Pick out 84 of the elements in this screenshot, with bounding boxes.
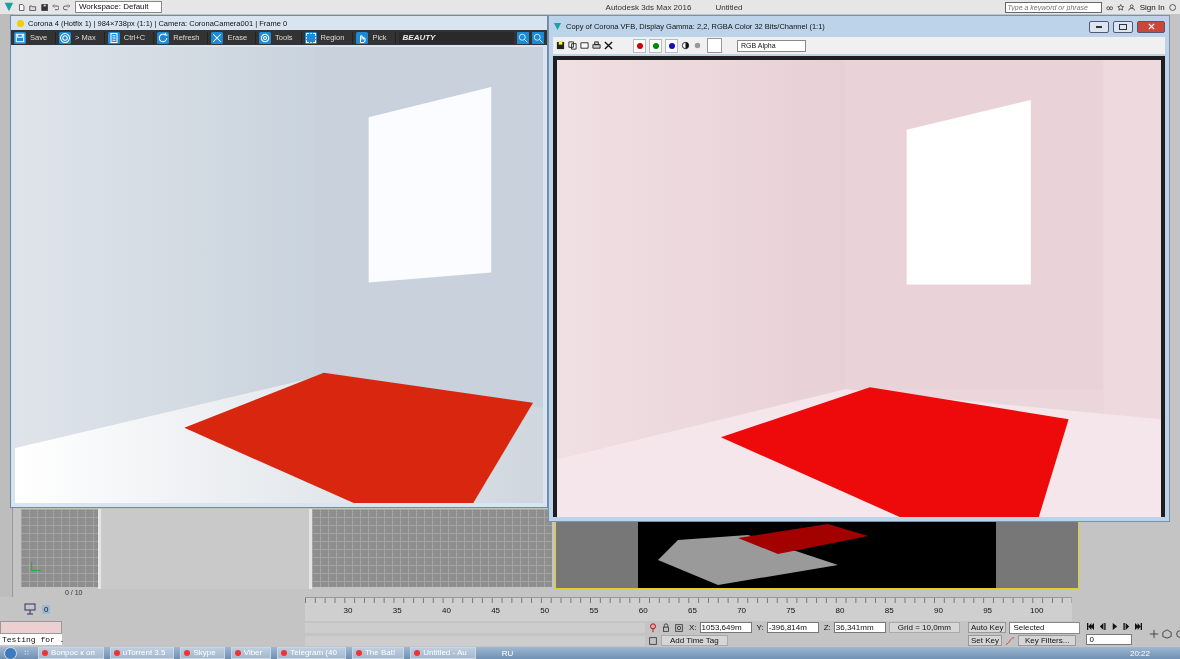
timeline-tick-label: 45 [491, 606, 501, 615]
timeline-tick-label: 70 [737, 606, 747, 615]
go-to-start-icon[interactable] [1086, 623, 1096, 630]
close-icon [1147, 23, 1155, 30]
timeline-tick-label: 95 [983, 606, 993, 615]
timeline-tick-label: 55 [589, 606, 599, 615]
mono-dot-icon[interactable] [693, 41, 702, 50]
zoom-out-icon[interactable] [532, 31, 544, 44]
coordinate-field[interactable]: -396,814m [766, 622, 819, 633]
floppy-icon [14, 31, 26, 44]
printer-icon[interactable] [592, 41, 601, 50]
zoom-in-icon[interactable] [517, 31, 529, 44]
user-icon[interactable] [1128, 2, 1136, 12]
add-time-tag-button[interactable]: Add Time Tag [661, 635, 728, 646]
new-file-icon[interactable] [17, 2, 26, 12]
maximize-button[interactable] [1113, 20, 1133, 33]
play-icon[interactable] [1110, 623, 1120, 630]
zoom-icon[interactable] [1149, 629, 1160, 639]
coordinate-field[interactable]: 1053,649m [699, 622, 752, 633]
app-logo-icon [553, 22, 562, 31]
coordinate-label: X: [689, 623, 697, 632]
timeline-tick-label: 60 [638, 606, 648, 615]
close-button[interactable] [1137, 20, 1165, 33]
previous-frame-icon[interactable] [1098, 623, 1108, 630]
channel-toggle[interactable] [649, 38, 662, 53]
timeline-tick-label: 90 [933, 606, 943, 615]
set-key-button[interactable]: Set Key [967, 635, 1002, 647]
timeline-tick-label: 100 [1030, 606, 1044, 615]
refresh-icon [157, 31, 170, 44]
coordinate-field[interactable]: 36,341mm [833, 622, 886, 633]
help-icon[interactable] [1168, 2, 1177, 12]
spinner-field[interactable]: 0 [42, 604, 51, 614]
star-icon[interactable] [1116, 2, 1125, 12]
key-mode-dropdown[interactable]: Selected [1009, 621, 1081, 634]
cross-icon [211, 31, 224, 44]
swirl-icon [59, 31, 72, 44]
document-title: Untitled [715, 2, 743, 12]
axis-gizmo-icon [29, 559, 43, 573]
lock-icon[interactable] [661, 622, 671, 633]
app-title: Autodesk 3ds Max 2016 [605, 2, 692, 12]
curve-editor-icon[interactable] [24, 603, 36, 615]
listener-output: Testing for . [0, 634, 62, 645]
cube-icon[interactable] [1162, 629, 1173, 639]
clear-icon[interactable] [604, 41, 613, 50]
sign-in-link[interactable]: Sign In [1139, 2, 1165, 12]
dashed-square-icon [304, 31, 317, 44]
timeline-tick-label: 50 [540, 606, 550, 615]
save-icon[interactable] [40, 2, 49, 12]
channel-toggle[interactable] [633, 38, 646, 53]
open-folder-icon[interactable] [29, 2, 37, 12]
hand-icon [356, 31, 369, 44]
listener-input[interactable] [0, 621, 62, 634]
grid-size-text: Grid = 10,0mm [888, 622, 960, 633]
timeline-tick-label: 85 [884, 606, 894, 615]
timeline-tick-label: 80 [835, 606, 845, 615]
minimize-button[interactable] [1089, 20, 1109, 33]
pin-icon[interactable] [648, 622, 658, 633]
redo-icon[interactable] [63, 2, 71, 12]
next-frame-icon[interactable] [1122, 623, 1132, 630]
go-to-end-icon[interactable] [1134, 623, 1144, 630]
key-filters-button[interactable]: Key Filters... [1017, 635, 1077, 647]
timeline-tick-label: 35 [392, 606, 402, 615]
timeline-tick-label: 40 [441, 606, 451, 615]
coordinate-label: Y: [756, 623, 764, 632]
contrast-icon[interactable] [681, 41, 690, 50]
current-frame-field[interactable]: 0 [1086, 634, 1133, 645]
copy-icon[interactable] [568, 41, 577, 50]
workspace-dropdown[interactable]: Workspace: Default [74, 1, 162, 13]
save-icon[interactable] [556, 41, 565, 50]
channel-toggle[interactable] [665, 38, 678, 53]
timeline-track[interactable]: 30 35 40 45 50 55 60 65 70 75 80 85 90 95 100 [305, 597, 1072, 621]
timeline-tick-label: 30 [343, 606, 353, 615]
time-tag-icon[interactable] [648, 635, 658, 646]
timeline-tick-label: 75 [786, 606, 796, 615]
channel-dropdown[interactable]: BEAUTY [398, 31, 514, 44]
auto-key-button[interactable]: Auto Key [967, 622, 1007, 634]
color-swatch[interactable] [707, 38, 722, 53]
clock-text: 20:22 [1129, 648, 1150, 658]
clone-icon[interactable] [580, 41, 589, 50]
timeline-tick-label: 65 [687, 606, 697, 615]
smiley-icon [17, 19, 24, 27]
coordinate-label: Z: [823, 623, 831, 632]
document-icon [107, 31, 120, 44]
transform-icon[interactable] [674, 622, 684, 633]
